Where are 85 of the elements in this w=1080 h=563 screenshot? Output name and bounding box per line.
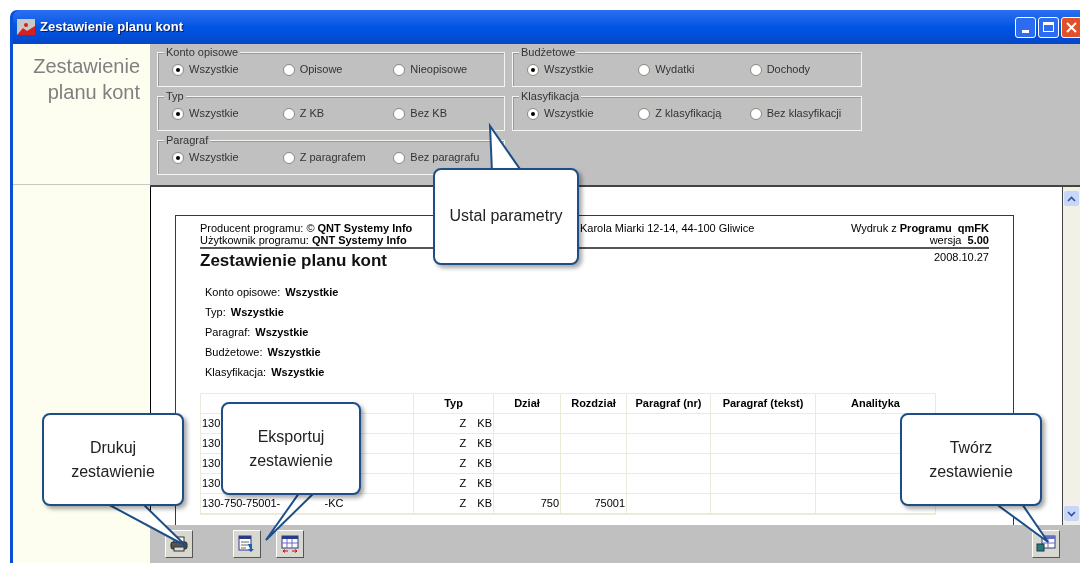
radio-button[interactable] xyxy=(638,107,651,120)
group-label: Typ xyxy=(164,89,186,103)
radio-label: Bez klasyfikacji xyxy=(766,106,842,122)
radio-label: Nieopisowe xyxy=(410,62,468,78)
callout: Ustal parametry xyxy=(433,168,579,265)
report-title: Zestawienie planu kont xyxy=(200,250,388,272)
column-header: Dział xyxy=(514,396,540,412)
param-label: Konto opisowe: xyxy=(205,285,281,299)
param-label: Budżetowe: xyxy=(205,345,263,359)
radio-button[interactable] xyxy=(527,63,539,76)
param-label: Paragraf: xyxy=(205,325,251,339)
scroll-up-icon[interactable] xyxy=(1064,191,1079,206)
radio-button[interactable] xyxy=(749,63,762,76)
radio-label: Z klasyfikacją xyxy=(655,106,722,122)
toolbar-button[interactable] xyxy=(233,530,261,558)
param-value: Wszystkie xyxy=(255,325,309,339)
scroll-down-icon[interactable] xyxy=(1064,506,1079,521)
table-cell-text: 130 xyxy=(202,456,221,472)
param-label: Typ: xyxy=(205,305,226,319)
print-info: Wydruk z Programu qmFK xyxy=(850,222,989,234)
group-label: Paragraf xyxy=(164,133,211,147)
table-cell-text: 750 xyxy=(540,496,559,512)
radio-label: Bez paragrafu xyxy=(410,150,480,166)
app-icon xyxy=(17,19,35,35)
table-cell-text: 130 xyxy=(202,436,221,452)
radio-button[interactable] xyxy=(749,107,762,120)
radio-label: Z paragrafem xyxy=(299,150,366,166)
radio-button[interactable] xyxy=(172,107,184,120)
minimize-button[interactable] xyxy=(1015,16,1036,38)
close-button[interactable] xyxy=(1061,16,1080,38)
column-header: Analityka xyxy=(851,396,900,412)
radio-label: Wydatki xyxy=(655,62,695,78)
radio-label: Wszystkie xyxy=(189,106,239,122)
producer-line: Producent programu: © QNT Systemy Info xyxy=(200,222,414,234)
param-value: Wszystkie xyxy=(230,305,284,319)
table-arrow-icon xyxy=(238,535,256,553)
group-label: Budżetowe xyxy=(519,45,578,59)
radio-button[interactable] xyxy=(393,151,406,164)
radio-label: Wszystkie xyxy=(544,106,594,122)
radio-label: Wszystkie xyxy=(189,150,239,166)
param-value: Wszystkie xyxy=(271,365,325,379)
column-header: Paragraf (tekst) xyxy=(722,396,804,412)
table-cell-text: Z KB xyxy=(459,456,492,472)
radio-label: Dochody xyxy=(766,62,811,78)
sidebar-title: Zestawienie planu kont xyxy=(33,55,140,103)
column-header: Paragraf (nr) xyxy=(635,396,702,412)
radio-button[interactable] xyxy=(393,107,406,120)
table-cell-text: Z KB xyxy=(459,436,492,452)
table-cell-text: 130-750-75001- -KC xyxy=(202,496,344,512)
radio-button[interactable] xyxy=(282,151,295,164)
table-cell-text: 75001 xyxy=(594,496,625,512)
radio-button[interactable] xyxy=(393,63,406,76)
param-value: Wszystkie xyxy=(285,285,339,299)
table-cell-text: Z KB xyxy=(459,476,492,492)
group-label: Klasyfikacja xyxy=(519,89,582,103)
table-cell-text: Z KB xyxy=(459,496,492,512)
table-cell-text: 130 xyxy=(202,476,221,492)
param-value: Wszystkie xyxy=(267,345,321,359)
close-icon xyxy=(1066,21,1077,33)
group-label: Konto opisowe xyxy=(164,45,241,59)
maximize-button[interactable] xyxy=(1038,16,1059,38)
radio-button[interactable] xyxy=(172,63,184,76)
radio-label: Wszystkie xyxy=(544,62,594,78)
table-cell-text: 130 xyxy=(202,416,221,432)
scrollbar[interactable] xyxy=(1062,187,1080,525)
table-columns-icon xyxy=(281,535,299,553)
user-line: Użytkownik programu: QNT Systemy Info xyxy=(200,234,408,246)
radio-button[interactable] xyxy=(282,63,295,76)
radio-button[interactable] xyxy=(638,63,651,76)
address-text: Karola Miarki 12-14, 44-100 Gliwice xyxy=(580,222,755,236)
radio-label: Z KB xyxy=(299,106,325,122)
column-header: Rozdział xyxy=(571,396,616,412)
radio-label: Wszystkie xyxy=(189,62,239,78)
radio-label: Opisowe xyxy=(299,62,343,78)
radio-button[interactable] xyxy=(527,107,539,120)
table-cell-text: Z KB xyxy=(459,416,492,432)
param-label: Klasyfikacja: xyxy=(205,365,267,379)
radio-button[interactable] xyxy=(172,151,184,164)
report-date: 2008.10.27 xyxy=(933,250,989,264)
toolbar-button[interactable] xyxy=(276,530,304,558)
radio-label: Bez KB xyxy=(410,106,448,122)
radio-button[interactable] xyxy=(282,107,295,120)
column-header: Typ xyxy=(444,396,463,412)
window-title: Zestawienie planu kont xyxy=(40,18,184,37)
version-text: wersja 5.00 xyxy=(929,234,989,246)
